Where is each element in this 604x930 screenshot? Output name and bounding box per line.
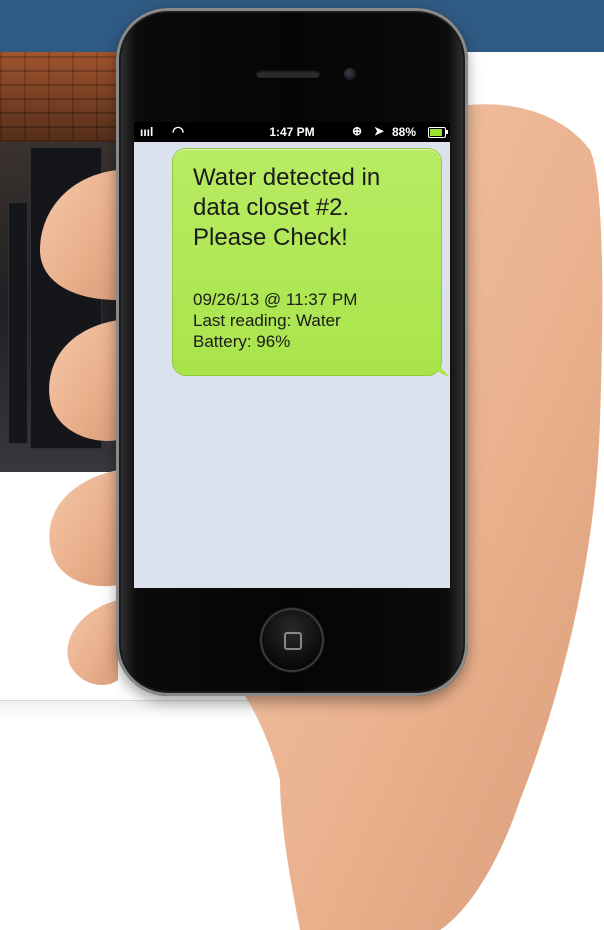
message-main-text: Water detected in data closet #2. Please… <box>193 163 433 253</box>
location-arrow-icon: ➤ <box>374 124 385 138</box>
server-rack <box>30 147 102 449</box>
message-last-reading: Last reading: Water <box>193 311 341 330</box>
sms-message-bubble[interactable]: Water detected in data closet #2. Please… <box>172 148 442 376</box>
home-button[interactable] <box>260 608 324 672</box>
battery-percent: 88% <box>392 125 417 139</box>
status-bar: ıııl ◠ 1:47 PM ⊕ ➤ 88% <box>134 122 450 142</box>
orientation-lock-icon: ⊕ <box>352 124 363 138</box>
finger <box>49 470 118 587</box>
message-line: Water detected in <box>193 164 381 191</box>
message-line: Please Check! <box>193 224 348 251</box>
message-battery: Battery: 96% <box>193 332 291 351</box>
message-timestamp: 09/26/13 @ 11:37 PM <box>193 290 358 309</box>
finger <box>67 600 118 685</box>
battery-fill <box>430 129 442 136</box>
message-details: 09/26/13 @ 11:37 PM Last reading: Water … <box>193 289 433 352</box>
battery-icon <box>428 127 448 138</box>
smartphone: ıııl ◠ 1:47 PM ⊕ ➤ 88% Water detected in… <box>116 8 468 696</box>
home-button-icon <box>284 632 302 650</box>
front-camera <box>344 68 356 80</box>
server-rack <box>8 202 28 444</box>
message-line: data closet #2. <box>193 194 350 221</box>
phone-screen: ıııl ◠ 1:47 PM ⊕ ➤ 88% Water detected in… <box>134 122 450 588</box>
panel-edge <box>0 700 300 721</box>
earpiece-speaker <box>256 70 320 78</box>
